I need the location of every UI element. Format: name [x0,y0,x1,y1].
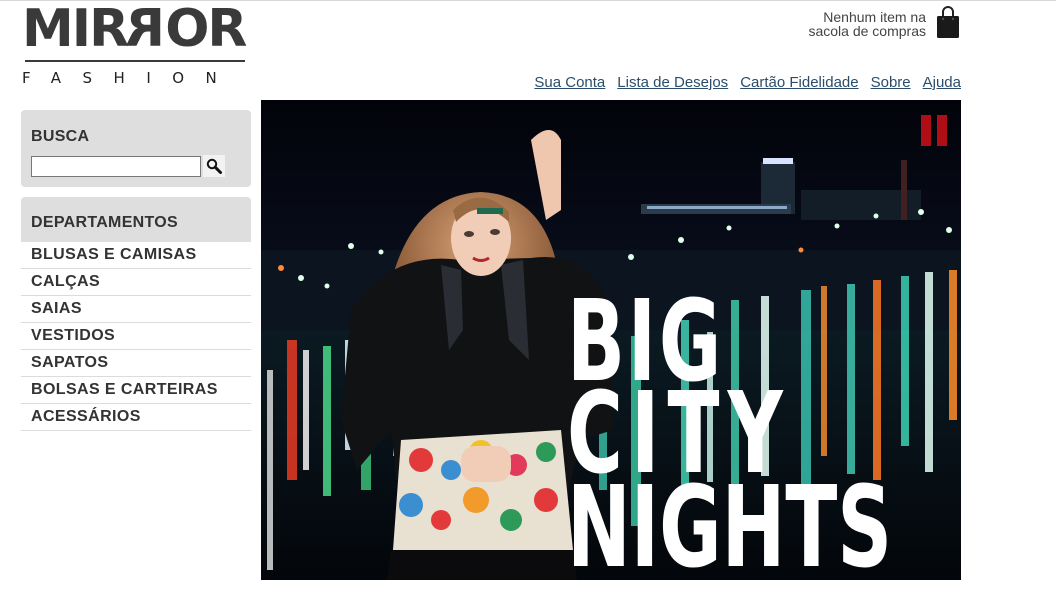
logo-letter: R [89,0,129,59]
cart-status: Nenhum item na sacola de compras [808,10,926,38]
link-ajuda[interactable]: Ajuda [923,74,961,92]
link-cartao-fidelidade[interactable]: Cartão Fidelidade [740,74,858,92]
link-lista-de-desejos[interactable]: Lista de Desejos [617,74,728,92]
search-button[interactable] [203,155,225,177]
dept-item-acessorios[interactable]: ACESSÁRIOS [21,404,251,431]
search-input[interactable] [31,156,201,177]
departments-list: BLUSAS E CAMISAS CALÇAS SAIAS VESTIDOS S… [21,242,251,431]
pause-icon[interactable] [921,115,947,146]
dept-item-calcas[interactable]: CALÇAS [21,269,251,296]
logo-rule [25,60,245,62]
account-nav: Sua Conta Lista de Desejos Cartão Fideli… [534,74,961,92]
dept-item-blusas-e-camisas[interactable]: BLUSAS E CAMISAS [21,242,251,269]
dept-item-sapatos[interactable]: SAPATOS [21,350,251,377]
dept-item-saias[interactable]: SAIAS [21,296,251,323]
logo-letter: I [71,0,91,59]
logo-letter-mirrored: R [127,0,166,59]
headline-line-3: NIGHTS [567,463,893,580]
hero-banner[interactable]: BIG CITY NIGHTS [261,100,961,580]
departments-title: DEPARTAMENTOS [21,197,251,242]
logo-letter: R [207,0,247,59]
search-title: BUSCA [31,128,90,145]
logo-wordmark: MIRROR [22,0,247,59]
magnifier-icon [206,158,222,174]
shopping-cart[interactable]: Nenhum item na sacola de compras [808,6,960,40]
dept-item-bolsas-e-carteiras[interactable]: BOLSAS E CARTEIRAS [21,377,251,404]
cart-status-line-2: sacola de compras [808,23,926,39]
logo-letter: O [165,0,209,59]
cart-status-line-1: Nenhum item na [823,9,926,25]
logo-subtitle: FASHION [22,69,239,87]
pause-bar [937,115,947,146]
logo-letter: M [22,0,74,59]
link-sobre[interactable]: Sobre [871,74,911,92]
departments-menu: DEPARTAMENTOS BLUSAS E CAMISAS CALÇAS SA… [21,197,251,431]
mirror-fashion-logo[interactable]: MIRROR FASHION [22,0,247,87]
pause-bar [921,115,931,146]
search-panel: BUSCA [21,110,251,187]
dept-item-vestidos[interactable]: VESTIDOS [21,323,251,350]
shopping-bag-icon[interactable] [936,6,960,38]
link-sua-conta[interactable]: Sua Conta [534,74,605,92]
